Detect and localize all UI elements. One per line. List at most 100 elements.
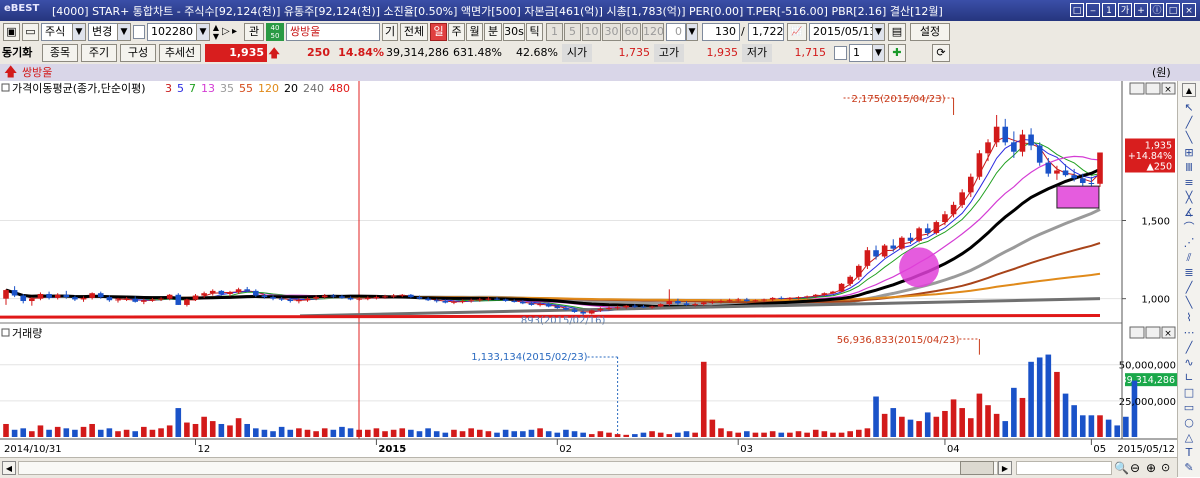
drawing-tool-icon[interactable]: Ⅲ [1181, 161, 1197, 175]
date-input[interactable]: 2015/05/13 [809, 23, 876, 41]
drawing-tool-icon[interactable]: ╳ [1181, 191, 1197, 205]
zoom-reset-icon[interactable]: ⊙ [1161, 460, 1175, 476]
volume-bar [72, 429, 78, 437]
drawing-tool-icon[interactable]: ⋰ [1181, 236, 1197, 250]
date-dropdown-chevron-icon[interactable]: ▼ [872, 23, 885, 41]
drawing-tool-icon[interactable]: ○ [1181, 416, 1197, 430]
volume-bar [1071, 405, 1077, 437]
chart-area[interactable]: 가격이동평균(종가,단순이평) 3 5 7 13 35 55 120 20 240 480 × 2… [0, 81, 1177, 457]
drawing-tool-icon[interactable]: ⋯ [1181, 326, 1197, 340]
chart-svg[interactable]: 가격이동평균(종가,단순이평) 3 5 7 13 35 55 120 20 240 480 × 2… [0, 81, 1177, 457]
drawing-tool-icon[interactable]: ✎ [1181, 461, 1197, 475]
drawing-tool-icon[interactable]: ╲ [1181, 296, 1197, 310]
drawing-tool-icon[interactable]: ∿ [1181, 356, 1197, 370]
candle-body [494, 298, 500, 300]
zoom-in-icon[interactable]: 🔍 [1114, 460, 1129, 476]
change-select[interactable]: 변경 [88, 23, 118, 41]
num-button-10[interactable]: 10 [582, 23, 601, 41]
zoom-out-icon[interactable]: ⊖ [1130, 460, 1144, 476]
drawing-tool-icon[interactable]: ╱ [1181, 281, 1197, 295]
window-button-1[interactable]: 1 [1102, 3, 1116, 17]
drawing-tool-icon[interactable]: T [1181, 446, 1197, 460]
price-panel-controls-icon[interactable]: × [1129, 82, 1176, 95]
all-button[interactable]: 전체 [400, 23, 428, 41]
drawing-tool-icon[interactable]: ∟ [1181, 371, 1197, 385]
zoom-fit-icon[interactable]: ⊕ [1146, 460, 1160, 476]
count-input[interactable]: 130 [702, 23, 740, 41]
chart-type-icon[interactable]: 📈 [787, 23, 807, 41]
drawing-tool-icon[interactable]: □ [1181, 386, 1197, 400]
drawing-tool-icon[interactable]: ↖ [1181, 101, 1197, 115]
period-tab-week[interactable]: 주 [448, 23, 465, 41]
drawing-tool-icon[interactable]: ⌇ [1181, 311, 1197, 325]
horizontal-scrollbar[interactable]: ◀ ▶ 🔍 ⊖ ⊕ ⊙ [0, 457, 1177, 478]
window-title-bar: eBEST [4000] STAR+ 통합차트 - 주식수[92,124(천)]… [0, 0, 1200, 21]
code-dropdown-chevron-icon[interactable]: ▼ [196, 23, 210, 41]
num-button-5[interactable]: 5 [564, 23, 581, 41]
window-button-restore[interactable]: □ [1070, 3, 1084, 17]
drawing-tool-icon[interactable]: ≣ [1181, 266, 1197, 280]
window-button-maximize[interactable]: □ [1166, 3, 1180, 17]
scroll-thumb[interactable] [960, 461, 994, 475]
window-button-font[interactable]: 가 [1118, 3, 1132, 17]
code-checkbox[interactable] [133, 25, 145, 39]
drawing-tool-icon[interactable]: ⊞ [1181, 146, 1197, 160]
scroll-right-icon[interactable]: ▶ [998, 461, 1012, 475]
scroll-track[interactable] [18, 461, 998, 475]
cycle-button[interactable]: 주기 [81, 44, 117, 62]
drawing-tool-icon[interactable]: ≡ [1181, 176, 1197, 190]
period-tab-month[interactable]: 월 [466, 23, 483, 41]
volume-bar [554, 432, 561, 437]
period-tab-30s[interactable]: 30s [503, 23, 525, 41]
nav-next-icon[interactable]: ▸ [232, 23, 242, 41]
drawing-tool-icon[interactable]: △ [1181, 431, 1197, 445]
scroll-up-icon[interactable]: ▲ [1182, 83, 1196, 97]
window-button-info[interactable]: ⓘ [1150, 3, 1164, 17]
play-icon[interactable]: ▷ [222, 23, 232, 41]
window-button-plus[interactable]: + [1134, 3, 1148, 17]
spin-input[interactable]: 1 [849, 44, 873, 62]
spin-checkbox[interactable] [834, 46, 847, 60]
market-dropdown-chevron-icon[interactable]: ▼ [72, 23, 86, 41]
stepper-updown-icon[interactable]: ▲ ▼ [211, 23, 221, 41]
stock-name-field[interactable]: 쌍방울 [286, 23, 380, 41]
zero-input[interactable]: 0 [666, 23, 686, 41]
window-button-close[interactable]: × [1182, 3, 1196, 17]
drawing-tool-icon[interactable]: ╱ [1181, 341, 1197, 355]
period-tab-tick[interactable]: 틱 [526, 23, 543, 41]
zero-dropdown-chevron-icon[interactable]: ▼ [686, 23, 698, 41]
compose-button[interactable]: 구성 [120, 44, 156, 62]
settings-button[interactable]: 설정 [910, 23, 950, 41]
zoom-slider[interactable] [1016, 461, 1112, 475]
drawing-tool-icon[interactable]: ⌒ [1181, 221, 1197, 235]
change-dropdown-chevron-icon[interactable]: ▼ [117, 23, 131, 41]
stock-button[interactable]: 종목 [42, 44, 78, 62]
drawing-tool-icon[interactable]: ∡ [1181, 206, 1197, 220]
calendar-icon[interactable]: ▤ [888, 23, 906, 41]
interest-button[interactable]: 관 [244, 23, 264, 41]
num-button-60[interactable]: 60 [622, 23, 641, 41]
drawing-tool-icon[interactable]: ╱ [1181, 116, 1197, 130]
drawing-tool-icon[interactable]: ╲ [1181, 131, 1197, 145]
sync-label[interactable]: 동기화 [0, 44, 40, 62]
num-button-1[interactable]: 1 [546, 23, 563, 41]
scroll-left-icon[interactable]: ◀ [2, 461, 16, 475]
spin-dropdown-chevron-icon[interactable]: ▼ [872, 44, 885, 62]
drawing-tool-icon[interactable]: ⫽ [1181, 251, 1197, 265]
volume-panel-controls-icon[interactable]: × [1129, 326, 1176, 339]
num-button-30[interactable]: 30 [602, 23, 621, 41]
layout-icon[interactable]: ▣ [3, 23, 20, 41]
market-select[interactable]: 주식 [41, 23, 73, 41]
refresh-icon[interactable]: ⟳ [932, 44, 950, 62]
trendline-button[interactable]: 추세선 [159, 44, 201, 62]
volume-bar [106, 428, 113, 437]
gi-button[interactable]: 기 [382, 23, 398, 41]
screen-icon[interactable]: ▭ [22, 23, 39, 41]
drawing-tool-icon[interactable]: ▭ [1181, 401, 1197, 415]
add-plus-icon[interactable]: ✚ [888, 44, 906, 62]
period-tab-day[interactable]: 일 [430, 23, 447, 41]
period-tab-minute[interactable]: 분 [484, 23, 502, 41]
num-button-120[interactable]: 120 [642, 23, 664, 41]
stock-code-input[interactable]: 102280 [147, 23, 197, 41]
window-button-minimize[interactable]: ‒ [1086, 3, 1100, 17]
